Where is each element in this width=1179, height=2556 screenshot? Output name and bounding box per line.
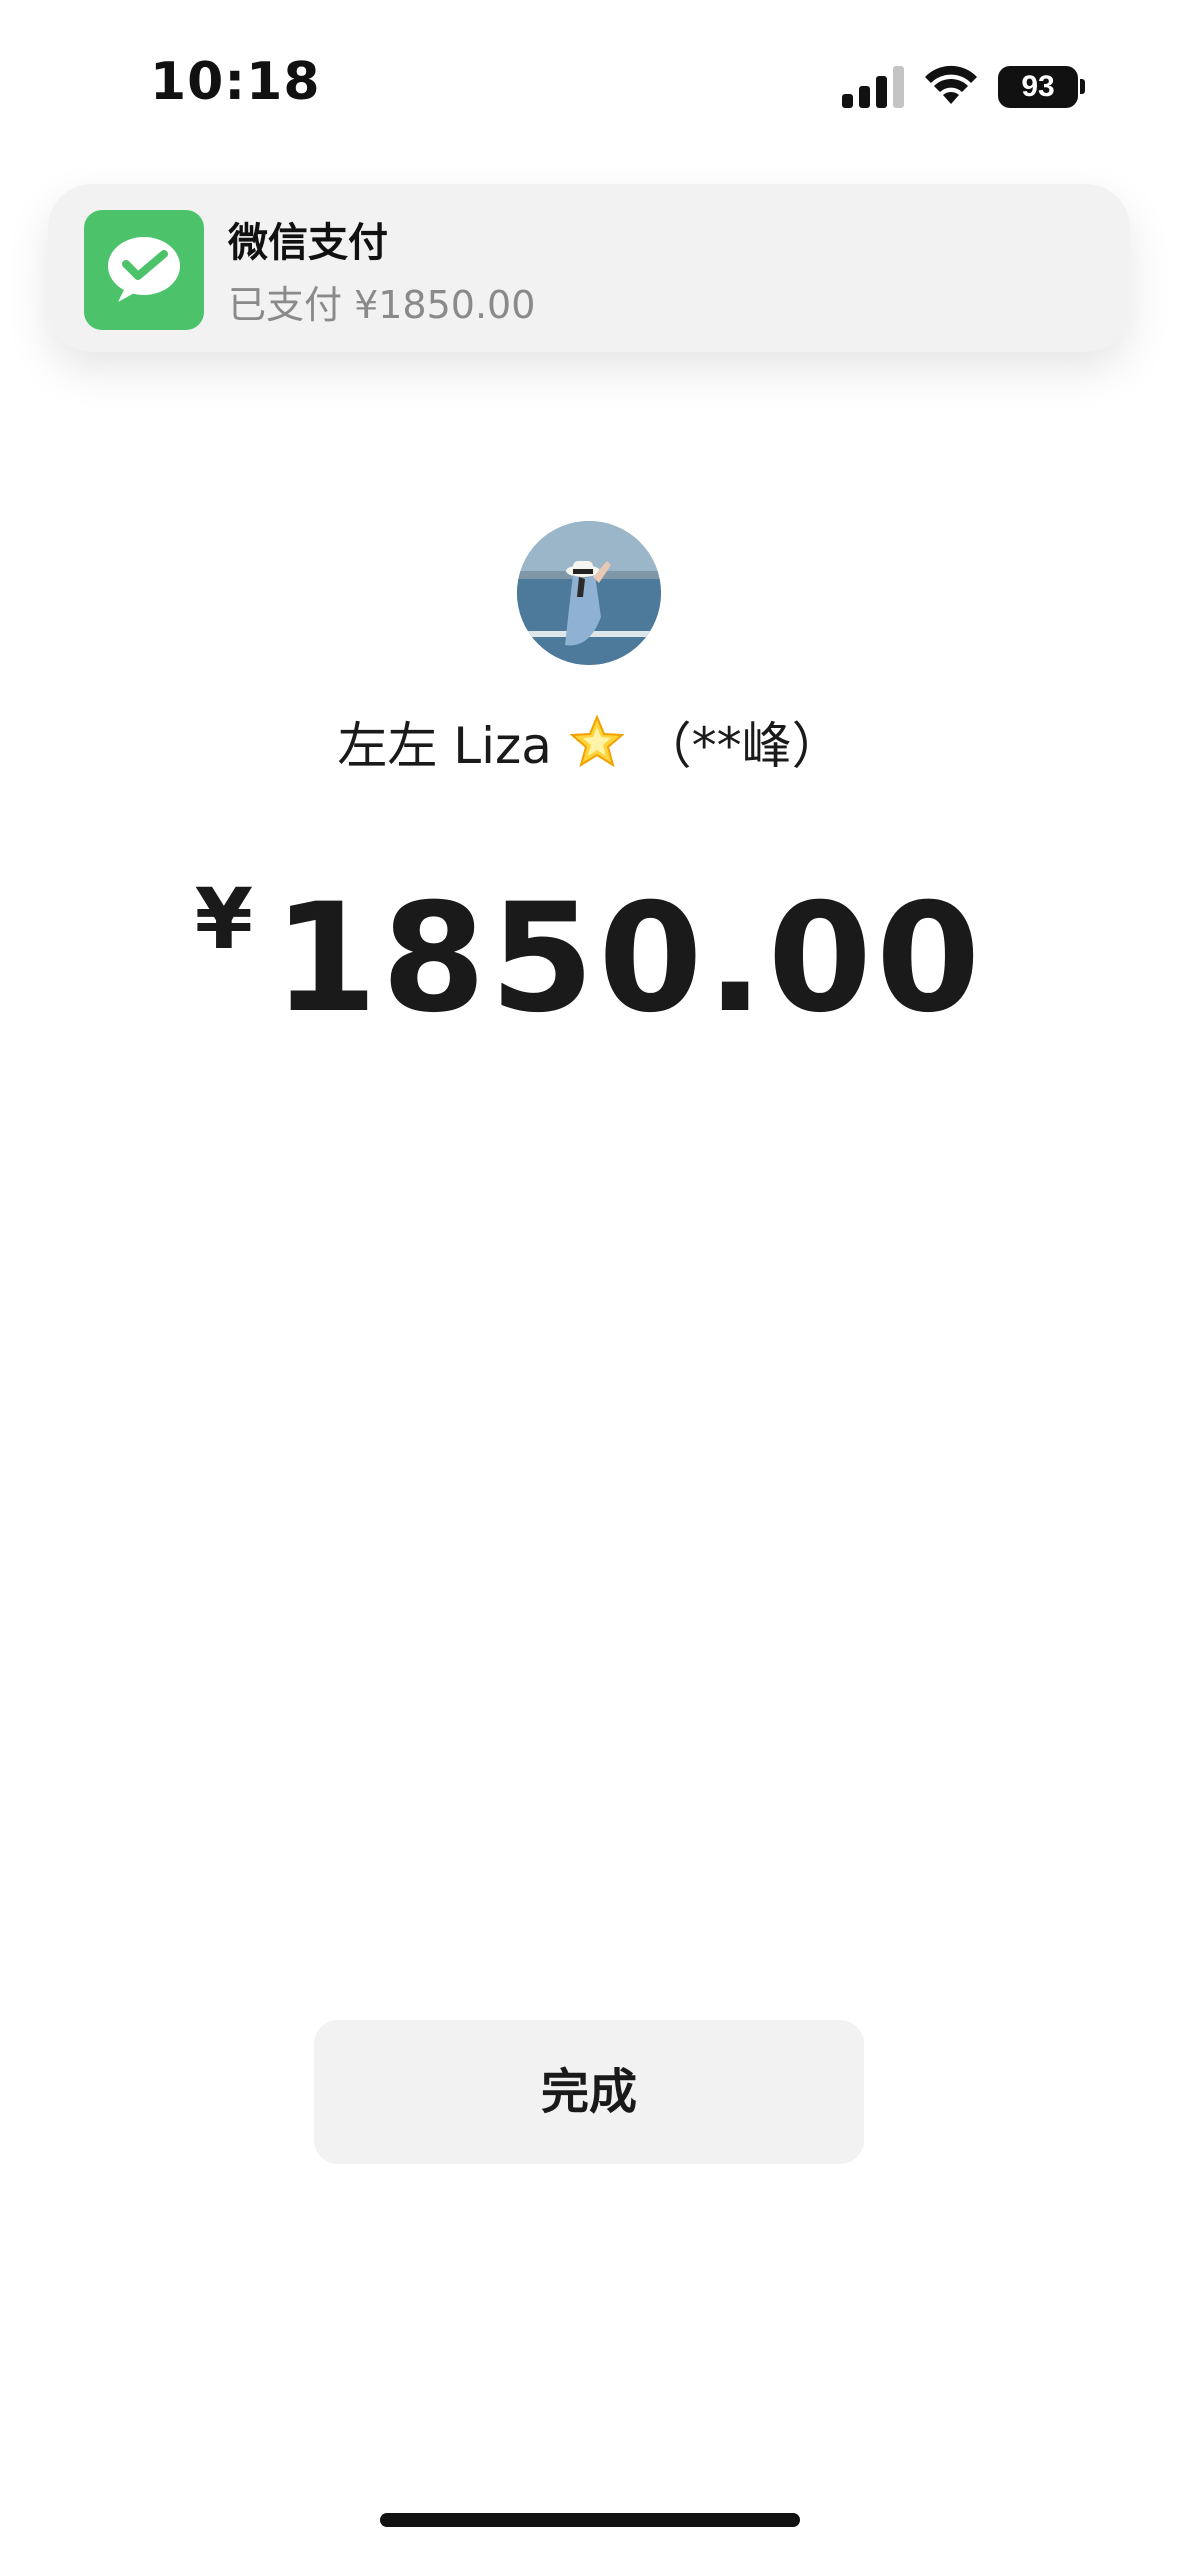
notification-body: 已支付 ¥1850.00 (228, 283, 536, 327)
glowing-star-icon (569, 714, 625, 768)
amount-value: 1850.00 (273, 872, 985, 1046)
wifi-icon (925, 65, 977, 104)
avatar (517, 521, 661, 665)
status-bar: 10:18 93 (0, 0, 1179, 170)
battery-level: 93 (1021, 70, 1055, 103)
payee-name: 左左 Liza （**峰） (0, 706, 1179, 778)
battery-tip (1080, 79, 1085, 94)
battery-indicator: 93 (998, 66, 1078, 108)
currency-symbol: ¥ (194, 870, 254, 968)
status-time: 10:18 (150, 52, 321, 112)
home-indicator[interactable] (380, 2513, 800, 2527)
cellular-signal-icon (842, 66, 904, 108)
payment-amount: ¥1850.00 (0, 870, 1179, 1046)
notification-title: 微信支付 (228, 220, 388, 266)
notification-banner[interactable]: 微信支付 已支付 ¥1850.00 (48, 184, 1130, 352)
done-button[interactable]: 完成 (314, 2020, 864, 2164)
payment-success-screen: 10:18 93 微信支付 已支付 ¥1850.00 左左 Liza （**峰）… (0, 0, 1179, 2556)
wechat-pay-icon (84, 210, 204, 330)
payee-nickname: 左左 Liza (337, 717, 552, 775)
payee-real-name-masked: （**峰） (641, 717, 842, 775)
